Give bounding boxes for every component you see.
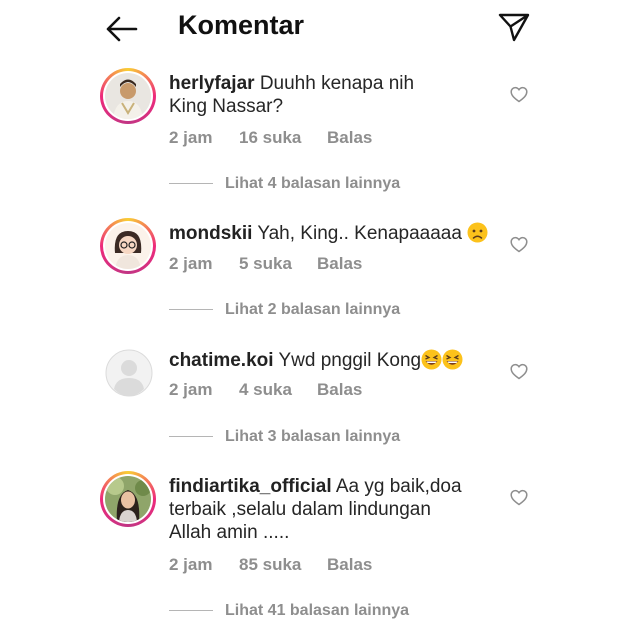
user-avatar-icon <box>105 223 151 269</box>
comment-text: mondskii Yah, King.. Kenapaaaaa <box>169 222 509 245</box>
timestamp: 2 jam <box>169 128 213 147</box>
comment-body: Aa yg baik,doa <box>335 476 462 497</box>
page-title: Komentar <box>178 10 305 40</box>
avatar[interactable] <box>100 68 156 124</box>
reply-button[interactable]: Balas <box>327 555 372 575</box>
comment-text: herlyfajar Duuhh kenapa nih King Nassar? <box>169 72 469 118</box>
username[interactable]: herlyfajar <box>169 73 255 94</box>
view-replies-link[interactable]: Lihat 41 balasan lainnya <box>169 602 409 620</box>
comment-body: terbaik ,selalu dalam lindungan <box>169 499 431 520</box>
user-avatar-icon <box>105 73 151 119</box>
comment-body: Ywd pnggil Kong <box>278 350 422 371</box>
username[interactable]: chatime.koi <box>169 350 274 371</box>
view-replies-link[interactable]: Lihat 3 balasan lainnya <box>169 428 400 446</box>
paper-plane-icon[interactable] <box>497 12 531 42</box>
divider-line <box>169 309 213 311</box>
like-count[interactable]: 4 suka <box>239 380 292 400</box>
header: Komentar <box>0 0 640 56</box>
like-count[interactable]: 16 suka <box>239 128 301 148</box>
divider-line <box>169 183 213 185</box>
worried-face-emoji <box>467 222 488 243</box>
view-replies-link[interactable]: Lihat 4 balasan lainnya <box>169 175 400 193</box>
comment-body: Yah, King.. Kenapaaaaa <box>257 223 462 244</box>
view-replies-link[interactable]: Lihat 2 balasan lainnya <box>169 301 400 319</box>
timestamp: 2 jam <box>169 555 213 574</box>
comment-body: Duuhh kenapa nih <box>259 73 415 94</box>
grinning-squinting-face-emoji <box>421 349 442 370</box>
heart-icon[interactable] <box>510 236 528 253</box>
heart-icon[interactable] <box>510 363 528 380</box>
reply-button[interactable]: Balas <box>317 254 362 274</box>
reply-button[interactable]: Balas <box>327 128 372 148</box>
divider-line <box>169 436 213 438</box>
user-avatar-icon <box>105 476 151 522</box>
username[interactable]: findiartika_official <box>169 476 332 497</box>
comment-body: Allah amin ..... <box>169 522 290 543</box>
like-count[interactable]: 5 suka <box>239 254 292 274</box>
username[interactable]: mondskii <box>169 223 252 244</box>
timestamp: 2 jam <box>169 380 213 399</box>
divider-line <box>169 610 213 612</box>
avatar[interactable] <box>100 471 156 527</box>
heart-icon[interactable] <box>510 489 528 506</box>
arrow-left-icon[interactable] <box>104 14 138 44</box>
avatar[interactable] <box>105 349 153 397</box>
comment-body: King Nassar? <box>169 96 284 117</box>
comment-text: findiartika_official Aa yg baik,doa terb… <box>169 475 469 544</box>
heart-icon[interactable] <box>510 86 528 103</box>
avatar[interactable] <box>100 218 156 274</box>
timestamp: 2 jam <box>169 254 213 273</box>
reply-button[interactable]: Balas <box>317 380 362 400</box>
grinning-squinting-face-emoji <box>442 349 463 370</box>
comment-text: chatime.koi Ywd pnggil Kong <box>169 349 509 372</box>
default-avatar-icon <box>105 349 153 397</box>
like-count[interactable]: 85 suka <box>239 555 301 575</box>
